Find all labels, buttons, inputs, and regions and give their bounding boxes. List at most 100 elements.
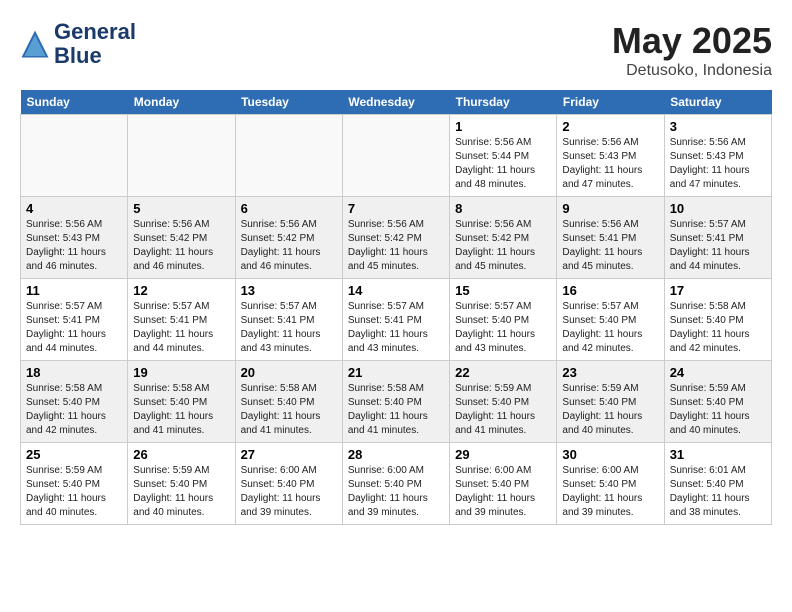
day-number: 5 xyxy=(133,201,229,216)
logo-line2: Blue xyxy=(54,44,136,68)
calendar-cell: 27 Sunrise: 6:00 AM Sunset: 5:40 PM Dayli… xyxy=(235,443,342,525)
day-number: 26 xyxy=(133,447,229,462)
day-number: 23 xyxy=(562,365,658,380)
day-number: 22 xyxy=(455,365,551,380)
calendar-cell: 22Sunrise: 5:59 AM Sunset: 5:40 PM Dayli… xyxy=(450,361,557,443)
day-number: 19 xyxy=(133,365,229,380)
day-number: 18 xyxy=(26,365,122,380)
day-number: 10 xyxy=(670,201,766,216)
calendar-cell: 15Sunrise: 5:57 AM Sunset: 5:40 PM Dayli… xyxy=(450,279,557,361)
day-number: 13 xyxy=(241,283,337,298)
calendar-cell: 20Sunrise: 5:58 AM Sunset: 5:40 PM Dayli… xyxy=(235,361,342,443)
day-info: Sunrise: 6:00 AM Sunset: 5:40 PM Dayligh… xyxy=(241,464,337,520)
weekday-header: Tuesday xyxy=(235,90,342,115)
calendar-cell: 4 Sunrise: 5:56 AM Sunset: 5:43 PM Daylig… xyxy=(21,197,128,279)
day-info: Sunrise: 5:58 AM Sunset: 5:40 PM Dayligh… xyxy=(241,382,337,438)
weekday-header: Friday xyxy=(557,90,664,115)
day-number: 21 xyxy=(348,365,444,380)
logo-text: General Blue xyxy=(54,20,136,68)
calendar-cell: 24 Sunrise: 5:59 AM Sunset: 5:40 PM Dayli… xyxy=(664,361,771,443)
day-number: 28 xyxy=(348,447,444,462)
calendar-week-row: 25 Sunrise: 5:59 AM Sunset: 5:40 PM Dayli… xyxy=(21,443,772,525)
day-number: 27 xyxy=(241,447,337,462)
calendar-week-row: 1 Sunrise: 5:56 AM Sunset: 5:44 PM Daylig… xyxy=(21,115,772,197)
day-info: Sunrise: 6:00 AM Sunset: 5:40 PM Dayligh… xyxy=(562,464,658,520)
day-number: 16 xyxy=(562,283,658,298)
day-number: 30 xyxy=(562,447,658,462)
day-number: 4 xyxy=(26,201,122,216)
calendar-cell: 11Sunrise: 5:57 AM Sunset: 5:41 PM Dayli… xyxy=(21,279,128,361)
day-info: Sunrise: 6:01 AM Sunset: 5:40 PM Dayligh… xyxy=(670,464,766,520)
calendar-cell: 8Sunrise: 5:56 AM Sunset: 5:42 PM Daylig… xyxy=(450,197,557,279)
calendar-cell: 29Sunrise: 6:00 AM Sunset: 5:40 PM Dayli… xyxy=(450,443,557,525)
day-info: Sunrise: 5:58 AM Sunset: 5:40 PM Dayligh… xyxy=(26,382,122,438)
day-number: 1 xyxy=(455,119,551,134)
day-number: 14 xyxy=(348,283,444,298)
day-number: 11 xyxy=(26,283,122,298)
calendar-cell: 10 Sunrise: 5:57 AM Sunset: 5:41 PM Dayli… xyxy=(664,197,771,279)
day-info: Sunrise: 5:56 AM Sunset: 5:43 PM Dayligh… xyxy=(26,218,122,274)
calendar-cell xyxy=(128,115,235,197)
calendar-cell: 1 Sunrise: 5:56 AM Sunset: 5:44 PM Daylig… xyxy=(450,115,557,197)
day-info: Sunrise: 5:57 AM Sunset: 5:40 PM Dayligh… xyxy=(562,300,658,356)
location-subtitle: Detusoko, Indonesia xyxy=(612,62,772,80)
day-number: 29 xyxy=(455,447,551,462)
title-block: May 2025 Detusoko, Indonesia xyxy=(612,20,772,80)
day-info: Sunrise: 5:59 AM Sunset: 5:40 PM Dayligh… xyxy=(133,464,229,520)
day-info: Sunrise: 5:59 AM Sunset: 5:40 PM Dayligh… xyxy=(26,464,122,520)
day-info: Sunrise: 5:57 AM Sunset: 5:41 PM Dayligh… xyxy=(241,300,337,356)
day-info: Sunrise: 5:56 AM Sunset: 5:43 PM Dayligh… xyxy=(670,136,766,192)
calendar-cell: 6 Sunrise: 5:56 AM Sunset: 5:42 PM Daylig… xyxy=(235,197,342,279)
day-info: Sunrise: 5:58 AM Sunset: 5:40 PM Dayligh… xyxy=(133,382,229,438)
calendar-cell: 3 Sunrise: 5:56 AM Sunset: 5:43 PM Daylig… xyxy=(664,115,771,197)
calendar-cell: 28 Sunrise: 6:00 AM Sunset: 5:40 PM Dayli… xyxy=(342,443,449,525)
weekday-header: Wednesday xyxy=(342,90,449,115)
calendar-cell: 17Sunrise: 5:58 AM Sunset: 5:40 PM Dayli… xyxy=(664,279,771,361)
day-number: 31 xyxy=(670,447,766,462)
day-info: Sunrise: 5:56 AM Sunset: 5:41 PM Dayligh… xyxy=(562,218,658,274)
day-number: 17 xyxy=(670,283,766,298)
calendar-cell: 2Sunrise: 5:56 AM Sunset: 5:43 PM Daylig… xyxy=(557,115,664,197)
day-info: Sunrise: 5:57 AM Sunset: 5:41 PM Dayligh… xyxy=(670,218,766,274)
weekday-header: Saturday xyxy=(664,90,771,115)
weekday-header: Sunday xyxy=(21,90,128,115)
day-number: 3 xyxy=(670,119,766,134)
logo-icon xyxy=(20,29,50,59)
day-number: 8 xyxy=(455,201,551,216)
calendar-table: SundayMondayTuesdayWednesdayThursdayFrid… xyxy=(20,90,772,525)
calendar-cell: 18 Sunrise: 5:58 AM Sunset: 5:40 PM Dayli… xyxy=(21,361,128,443)
weekday-header-row: SundayMondayTuesdayWednesdayThursdayFrid… xyxy=(21,90,772,115)
day-info: Sunrise: 6:00 AM Sunset: 5:40 PM Dayligh… xyxy=(348,464,444,520)
day-info: Sunrise: 5:56 AM Sunset: 5:43 PM Dayligh… xyxy=(562,136,658,192)
calendar-cell: 21 Sunrise: 5:58 AM Sunset: 5:40 PM Dayli… xyxy=(342,361,449,443)
calendar-cell: 13 Sunrise: 5:57 AM Sunset: 5:41 PM Dayli… xyxy=(235,279,342,361)
day-info: Sunrise: 5:56 AM Sunset: 5:42 PM Dayligh… xyxy=(348,218,444,274)
page-header: General Blue May 2025 Detusoko, Indonesi… xyxy=(20,20,772,80)
calendar-cell: 12Sunrise: 5:57 AM Sunset: 5:41 PM Dayli… xyxy=(128,279,235,361)
calendar-cell: 7Sunrise: 5:56 AM Sunset: 5:42 PM Daylig… xyxy=(342,197,449,279)
calendar-cell: 31 Sunrise: 6:01 AM Sunset: 5:40 PM Dayli… xyxy=(664,443,771,525)
day-info: Sunrise: 5:56 AM Sunset: 5:44 PM Dayligh… xyxy=(455,136,551,192)
day-number: 15 xyxy=(455,283,551,298)
day-info: Sunrise: 5:58 AM Sunset: 5:40 PM Dayligh… xyxy=(348,382,444,438)
calendar-cell xyxy=(235,115,342,197)
day-info: Sunrise: 5:57 AM Sunset: 5:41 PM Dayligh… xyxy=(348,300,444,356)
weekday-header: Monday xyxy=(128,90,235,115)
calendar-cell: 16 Sunrise: 5:57 AM Sunset: 5:40 PM Dayli… xyxy=(557,279,664,361)
day-info: Sunrise: 5:56 AM Sunset: 5:42 PM Dayligh… xyxy=(241,218,337,274)
day-number: 6 xyxy=(241,201,337,216)
calendar-week-row: 18 Sunrise: 5:58 AM Sunset: 5:40 PM Dayli… xyxy=(21,361,772,443)
day-info: Sunrise: 5:59 AM Sunset: 5:40 PM Dayligh… xyxy=(670,382,766,438)
day-number: 24 xyxy=(670,365,766,380)
logo: General Blue xyxy=(20,20,136,68)
calendar-cell: 14 Sunrise: 5:57 AM Sunset: 5:41 PM Dayli… xyxy=(342,279,449,361)
day-info: Sunrise: 5:56 AM Sunset: 5:42 PM Dayligh… xyxy=(133,218,229,274)
calendar-cell: 30 Sunrise: 6:00 AM Sunset: 5:40 PM Dayli… xyxy=(557,443,664,525)
weekday-header: Thursday xyxy=(450,90,557,115)
day-info: Sunrise: 5:57 AM Sunset: 5:41 PM Dayligh… xyxy=(133,300,229,356)
day-number: 25 xyxy=(26,447,122,462)
calendar-cell: 25 Sunrise: 5:59 AM Sunset: 5:40 PM Dayli… xyxy=(21,443,128,525)
calendar-cell: 19 Sunrise: 5:58 AM Sunset: 5:40 PM Dayli… xyxy=(128,361,235,443)
logo-line1: General xyxy=(54,20,136,44)
calendar-week-row: 4 Sunrise: 5:56 AM Sunset: 5:43 PM Daylig… xyxy=(21,197,772,279)
